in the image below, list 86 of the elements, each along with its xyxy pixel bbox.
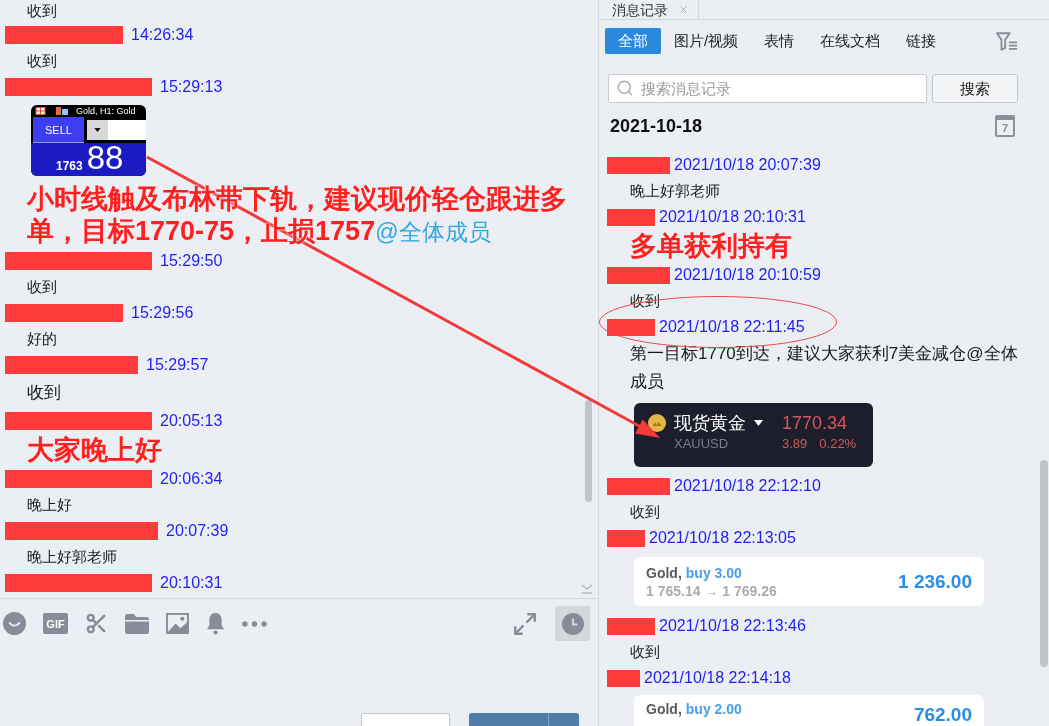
grid-icon — [35, 107, 46, 115]
message-text: 收到 — [630, 291, 660, 311]
message-time: 15:29:50 — [160, 251, 223, 271]
profit-amount: 762.00 — [913, 703, 972, 726]
message-time: 2021/10/18 22:13:46 — [659, 616, 806, 636]
filter-tab[interactable]: 表情 — [751, 28, 808, 54]
message-time: 2021/10/18 20:07:39 — [674, 155, 821, 175]
instrument-symbol: XAUUSD — [674, 435, 730, 453]
message-time: 2021/10/18 20:10:59 — [674, 265, 821, 285]
message-text: 收到 — [630, 502, 660, 522]
scrollbar-thumb[interactable] — [1040, 460, 1048, 667]
message-time: 14:26:34 — [131, 25, 194, 45]
input-field — [108, 120, 146, 140]
message-time: 2021/10/18 20:10:31 — [659, 207, 806, 227]
instrument-label: Gold, — [646, 563, 682, 582]
redaction-bar — [607, 529, 645, 547]
price-route: 1 765.14 → 1 769.26 — [646, 581, 777, 600]
percent-change: 0.22% — [819, 435, 857, 453]
history-tab[interactable]: 消息记录 — [599, 0, 699, 19]
trade-side: buy 2.00 — [685, 700, 742, 718]
message-text: 好的 — [27, 329, 57, 349]
message-text: 收到 — [27, 1, 57, 21]
message-time: 20:06:34 — [160, 469, 223, 489]
message-time: 20:05:13 — [160, 411, 223, 431]
instrument-label: Gold, — [646, 700, 682, 718]
announcement-text: 多单获利持有 — [630, 230, 792, 262]
scissors-icon[interactable] — [85, 612, 108, 635]
filter-icon[interactable] — [996, 31, 1018, 51]
caret-down-icon — [754, 420, 763, 426]
secondary-button[interactable] — [361, 713, 450, 726]
bell-icon[interactable] — [206, 612, 225, 635]
smiley-icon[interactable] — [3, 612, 26, 635]
message-time: 15:29:57 — [146, 355, 209, 375]
filter-tab[interactable]: 全部 — [605, 28, 661, 54]
profit-amount: 1 236.00 — [898, 569, 972, 594]
redaction-bar — [607, 318, 655, 336]
message-time: 2021/10/18 22:11:45 — [659, 317, 805, 337]
message-text: 收到 — [27, 277, 57, 297]
price-value: 1770.34 — [782, 412, 849, 435]
filter-tab[interactable]: 在线文档 — [807, 28, 894, 54]
coin-icon — [648, 414, 666, 432]
message-text: 收到 — [630, 642, 660, 662]
price-large: 88 — [86, 143, 124, 173]
date-heading: 2021-10-18 — [610, 115, 703, 137]
redaction-bar — [607, 669, 640, 687]
search-field[interactable]: 搜索消息记录 — [608, 74, 927, 103]
instrument-name: 现货黄金 — [674, 412, 746, 435]
message-time: 2021/10/18 22:14:18 — [644, 668, 791, 688]
expand-icon[interactable] — [512, 610, 538, 637]
message-time: 15:29:56 — [131, 303, 194, 323]
sell-tile: SELL — [33, 117, 84, 143]
price-small: 1763 — [56, 159, 83, 173]
message-text: 收到 — [27, 382, 61, 404]
redaction-bar — [607, 477, 670, 495]
message-text: 第一目标1770到达，建议大家获利7美金减仓@全体成员 — [630, 343, 1019, 393]
chart-title: Gold, H1: Gold — [76, 105, 136, 117]
folder-icon[interactable] — [125, 613, 149, 634]
search-button[interactable]: 搜索 — [932, 74, 1018, 103]
redaction-bar — [607, 266, 670, 284]
message-time: 20:10:31 — [160, 573, 223, 593]
redaction-bar — [607, 617, 655, 635]
clock-icon — [561, 612, 584, 635]
more-icon[interactable] — [242, 620, 267, 627]
scrollbar-thumb[interactable] — [585, 400, 592, 502]
chart-icon — [56, 107, 68, 115]
message-text: 晚上好郭老师 — [27, 547, 117, 567]
message-time: 2021/10/18 22:13:05 — [649, 528, 796, 548]
search-icon — [616, 79, 634, 97]
redaction-bar — [607, 156, 670, 174]
filter-tab[interactable]: 图片/视频 — [661, 28, 752, 54]
announcement-text: 大家晚上好 — [27, 434, 162, 466]
redaction-bar — [607, 208, 655, 226]
caret-down-icon — [94, 128, 101, 132]
history-button[interactable] — [555, 606, 590, 641]
message-time: 15:29:13 — [160, 77, 223, 97]
price-change: 3.89 — [782, 435, 808, 453]
message-time: 2021/10/18 22:12:10 — [674, 476, 821, 496]
message-text: 收到 — [27, 51, 57, 71]
message-text: 晚上好 — [27, 495, 72, 515]
trade-side: buy 3.00 — [685, 563, 742, 582]
message-text: 晚上好郭老师 — [630, 181, 720, 201]
image-icon[interactable] — [166, 613, 189, 634]
filter-tab[interactable]: 链接 — [893, 28, 950, 54]
message-time: 20:07:39 — [166, 521, 229, 541]
close-icon[interactable] — [678, 4, 689, 15]
scroll-bottom-icon[interactable] — [581, 584, 593, 594]
